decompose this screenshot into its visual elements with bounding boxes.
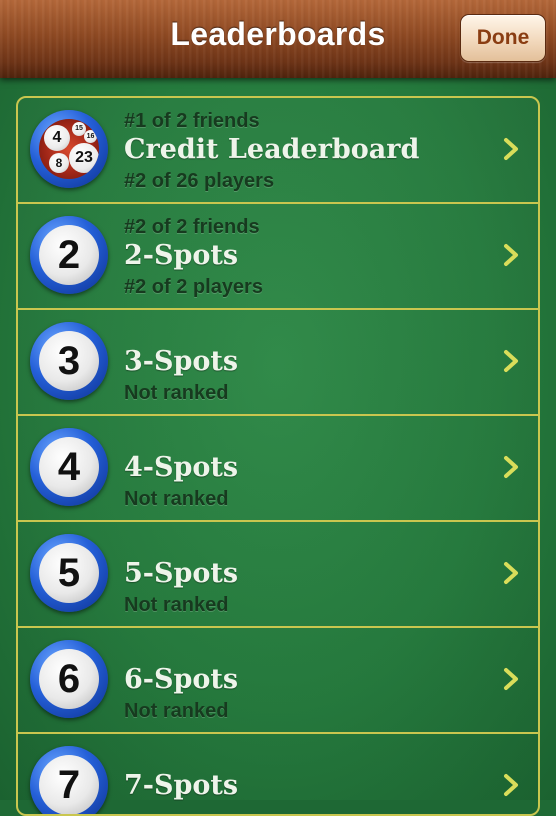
chevron-right-icon <box>504 668 518 690</box>
leaderboard-row-6-spots[interactable]: 6 6-Spots Not ranked <box>18 628 538 734</box>
row-text: #1 of 2 friends Credit Leaderboard #2 of… <box>124 98 494 202</box>
chevron-right-icon <box>504 456 518 478</box>
badge-number: 4 <box>39 437 99 497</box>
number-badge-icon: 3 <box>30 322 108 400</box>
row-text: #2 of 2 friends 2-Spots #2 of 2 players <box>124 204 494 308</box>
players-rank: Not ranked <box>124 488 229 510</box>
players-rank: Not ranked <box>124 382 229 404</box>
ball: 23 <box>69 143 99 173</box>
row-title: 5-Spots <box>124 558 239 589</box>
players-rank: #2 of 26 players <box>124 170 275 192</box>
row-title: Credit Leaderboard <box>124 134 420 165</box>
leaderboard-list: 4 23 8 15 16 #1 of 2 friends Credit Lead… <box>16 96 540 816</box>
leaderboard-row-2-spots[interactable]: 2 #2 of 2 friends 2-Spots #2 of 2 player… <box>18 204 538 310</box>
row-title: 3-Spots <box>124 346 239 377</box>
chevron-right-icon <box>504 562 518 584</box>
row-title: 6-Spots <box>124 664 239 695</box>
players-rank: Not ranked <box>124 594 229 616</box>
number-badge-icon: 5 <box>30 534 108 612</box>
ball: 16 <box>84 130 97 143</box>
leaderboard-row-credit[interactable]: 4 23 8 15 16 #1 of 2 friends Credit Lead… <box>18 98 538 204</box>
credit-balls-icon: 4 23 8 15 16 <box>30 110 108 188</box>
row-text: 4-Spots Not ranked <box>124 416 494 520</box>
row-title: 2-Spots <box>124 240 239 271</box>
leaderboard-row-4-spots[interactable]: 4 4-Spots Not ranked <box>18 416 538 522</box>
friends-rank: #2 of 2 friends <box>124 216 260 238</box>
players-rank: #2 of 2 players <box>124 276 263 298</box>
leaderboard-row-7-spots[interactable]: 7 7-Spots <box>18 734 538 814</box>
row-text: 7-Spots <box>124 734 494 814</box>
number-badge-icon: 7 <box>30 746 108 814</box>
friends-rank: #1 of 2 friends <box>124 110 260 132</box>
ball: 8 <box>49 153 69 173</box>
chevron-right-icon <box>504 244 518 266</box>
leaderboard-row-3-spots[interactable]: 3 3-Spots Not ranked <box>18 310 538 416</box>
row-text: 5-Spots Not ranked <box>124 522 494 626</box>
badge-number: 3 <box>39 331 99 391</box>
chevron-right-icon <box>504 350 518 372</box>
row-title: 7-Spots <box>124 770 239 801</box>
ball: 4 <box>44 125 70 151</box>
row-text: 3-Spots Not ranked <box>124 310 494 414</box>
badge-number: 7 <box>39 755 99 814</box>
chevron-right-icon <box>504 774 518 796</box>
leaderboard-row-5-spots[interactable]: 5 5-Spots Not ranked <box>18 522 538 628</box>
row-text: 6-Spots Not ranked <box>124 628 494 732</box>
badge-number: 5 <box>39 543 99 603</box>
number-badge-icon: 2 <box>30 216 108 294</box>
done-button[interactable]: Done <box>460 14 546 62</box>
badge-number: 6 <box>39 649 99 709</box>
row-title: 4-Spots <box>124 452 239 483</box>
number-badge-icon: 4 <box>30 428 108 506</box>
navigation-bar: Leaderboards Done <box>0 0 556 78</box>
badge-number: 2 <box>39 225 99 285</box>
credit-balls-icon-inner: 4 23 8 15 16 <box>39 119 99 179</box>
number-badge-icon: 6 <box>30 640 108 718</box>
chevron-right-icon <box>504 138 518 160</box>
players-rank: Not ranked <box>124 700 229 722</box>
